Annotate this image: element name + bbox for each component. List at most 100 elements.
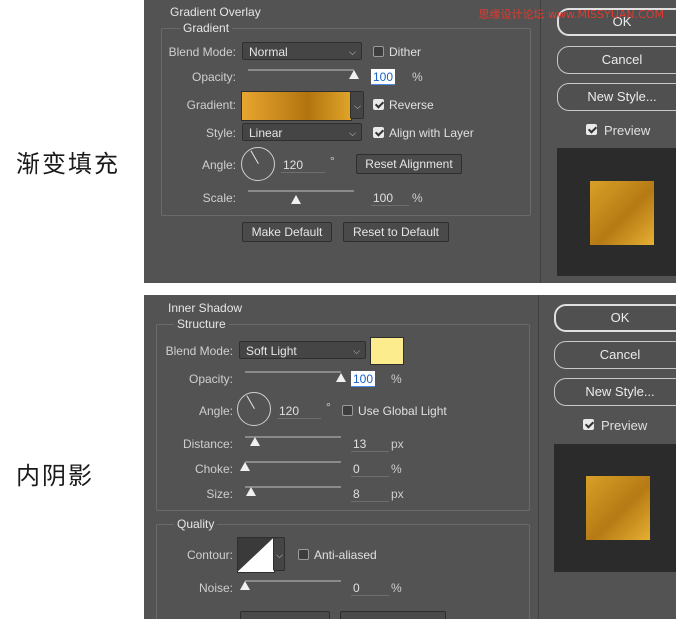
size-slider-track[interactable]: [245, 486, 341, 488]
angle-dial-hand: [246, 395, 255, 409]
make-default-button[interactable]: [240, 611, 330, 619]
noise-label: Noise:: [198, 581, 233, 595]
shadow-color-swatch[interactable]: [370, 337, 404, 365]
opacity-slider-track[interactable]: [248, 69, 354, 71]
chevron-down-icon: ⌵: [349, 47, 356, 57]
reverse-label: Reverse: [389, 98, 434, 112]
noise-unit: %: [391, 581, 402, 595]
choke-label: Choke:: [194, 462, 233, 476]
chevron-down-icon: ⌵: [276, 550, 283, 560]
noise-slider-thumb[interactable]: [240, 581, 250, 590]
choke-slider-thumb[interactable]: [240, 462, 250, 471]
noise-input[interactable]: 0: [351, 580, 389, 596]
choke-input[interactable]: 0: [351, 461, 389, 477]
reverse-checkbox[interactable]: [373, 99, 384, 110]
style-label: Style:: [205, 126, 236, 140]
align-with-layer-checkbox[interactable]: [373, 127, 384, 138]
noise-slider-track[interactable]: [245, 580, 341, 582]
preview-swatch: [590, 181, 654, 245]
panel-divider: [538, 295, 539, 619]
blend-mode-label: Blend Mode:: [165, 344, 233, 358]
chevron-down-icon: ⌵: [354, 101, 361, 111]
chevron-down-icon: ⌵: [349, 128, 356, 138]
size-slider-thumb[interactable]: [245, 487, 256, 496]
size-unit: px: [391, 487, 404, 501]
preview-label: Preview: [604, 123, 651, 138]
blend-mode-value: Soft Light: [246, 344, 297, 358]
angle-unit: °: [326, 400, 331, 414]
style-value: Linear: [249, 126, 283, 140]
opacity-label: Opacity:: [191, 70, 236, 84]
style-select[interactable]: Linear ⌵: [242, 123, 362, 141]
quality-group: [156, 524, 530, 619]
gradient-overlay-panel: Gradient Overlay Gradient Blend Mode: No…: [144, 0, 676, 283]
opacity-input[interactable]: 100: [371, 69, 395, 85]
chevron-down-icon: ⌵: [353, 346, 360, 356]
anti-aliased-label: Anti-aliased: [314, 548, 377, 562]
inner-shadow-title: Inner Shadow: [168, 301, 243, 315]
angle-unit: °: [330, 154, 335, 168]
angle-dial[interactable]: [237, 392, 271, 426]
angle-dial[interactable]: [241, 147, 275, 181]
distance-slider-thumb[interactable]: [249, 437, 260, 446]
distance-input[interactable]: 13: [351, 436, 389, 452]
new-style-button[interactable]: New Style...: [554, 378, 676, 406]
cancel-button[interactable]: Cancel: [557, 46, 676, 74]
preview-area: [557, 148, 676, 276]
opacity-slider-thumb[interactable]: [349, 70, 359, 79]
contour-picker[interactable]: [237, 537, 275, 573]
scale-slider-thumb[interactable]: [290, 195, 301, 204]
opacity-slider-thumb[interactable]: [336, 373, 346, 382]
distance-label: Distance:: [182, 437, 233, 451]
structure-section-title: Structure: [174, 317, 229, 331]
use-global-light-checkbox[interactable]: [342, 405, 353, 416]
panel-divider: [540, 0, 541, 283]
angle-label: Angle:: [201, 158, 236, 172]
contour-curve-icon: [238, 538, 274, 572]
scale-slider-track[interactable]: [248, 190, 354, 192]
distance-unit: px: [391, 437, 404, 451]
angle-label: Angle:: [198, 404, 233, 418]
angle-dial-hand: [250, 150, 259, 164]
angle-input[interactable]: 120: [277, 403, 321, 419]
preview-area: [554, 444, 676, 572]
angle-input[interactable]: 120: [281, 157, 325, 173]
scale-unit: %: [412, 191, 423, 205]
reset-to-default-button[interactable]: [340, 611, 446, 619]
blend-mode-select[interactable]: Normal ⌵: [242, 42, 362, 60]
new-style-button[interactable]: New Style...: [557, 83, 676, 111]
preview-swatch: [586, 476, 650, 540]
scale-input[interactable]: 100: [371, 190, 409, 206]
align-with-layer-label: Align with Layer: [389, 126, 474, 140]
side-label-gradient-fill: 渐变填充: [16, 150, 120, 178]
opacity-slider-track[interactable]: [245, 371, 341, 373]
contour-label: Contour:: [186, 548, 233, 562]
gradient-section-title: Gradient: [180, 21, 233, 35]
dither-checkbox[interactable]: [373, 46, 384, 57]
anti-aliased-checkbox[interactable]: [298, 549, 309, 560]
gradient-editor-swatch[interactable]: [241, 91, 352, 121]
gradient-label: Gradient:: [186, 98, 236, 112]
preview-checkbox[interactable]: [583, 419, 594, 430]
gradient-overlay-title: Gradient Overlay: [170, 5, 261, 19]
side-label-inner-shadow: 内阴影: [16, 462, 94, 490]
size-label: Size:: [206, 487, 233, 501]
cancel-button[interactable]: Cancel: [554, 341, 676, 369]
blend-mode-select[interactable]: Soft Light ⌵: [239, 341, 366, 359]
scale-label: Scale:: [202, 191, 236, 205]
use-global-light-label: Use Global Light: [358, 404, 447, 418]
opacity-input[interactable]: 100: [351, 371, 375, 387]
opacity-unit: %: [391, 372, 402, 386]
ok-button[interactable]: OK: [554, 304, 676, 332]
blend-mode-label: Blend Mode:: [168, 45, 236, 59]
reset-alignment-button[interactable]: Reset Alignment: [356, 154, 462, 174]
contour-dropdown[interactable]: ⌵: [273, 537, 285, 571]
size-input[interactable]: 8: [351, 486, 389, 502]
preview-checkbox[interactable]: [586, 124, 597, 135]
choke-slider-track[interactable]: [245, 461, 341, 463]
make-default-button[interactable]: Make Default: [242, 222, 332, 242]
opacity-unit: %: [412, 70, 423, 84]
gradient-picker-dropdown[interactable]: ⌵: [350, 91, 364, 119]
reset-to-default-button[interactable]: Reset to Default: [343, 222, 449, 242]
watermark: 思缘设计论坛 www.MISSYUAN.COM: [478, 8, 664, 21]
